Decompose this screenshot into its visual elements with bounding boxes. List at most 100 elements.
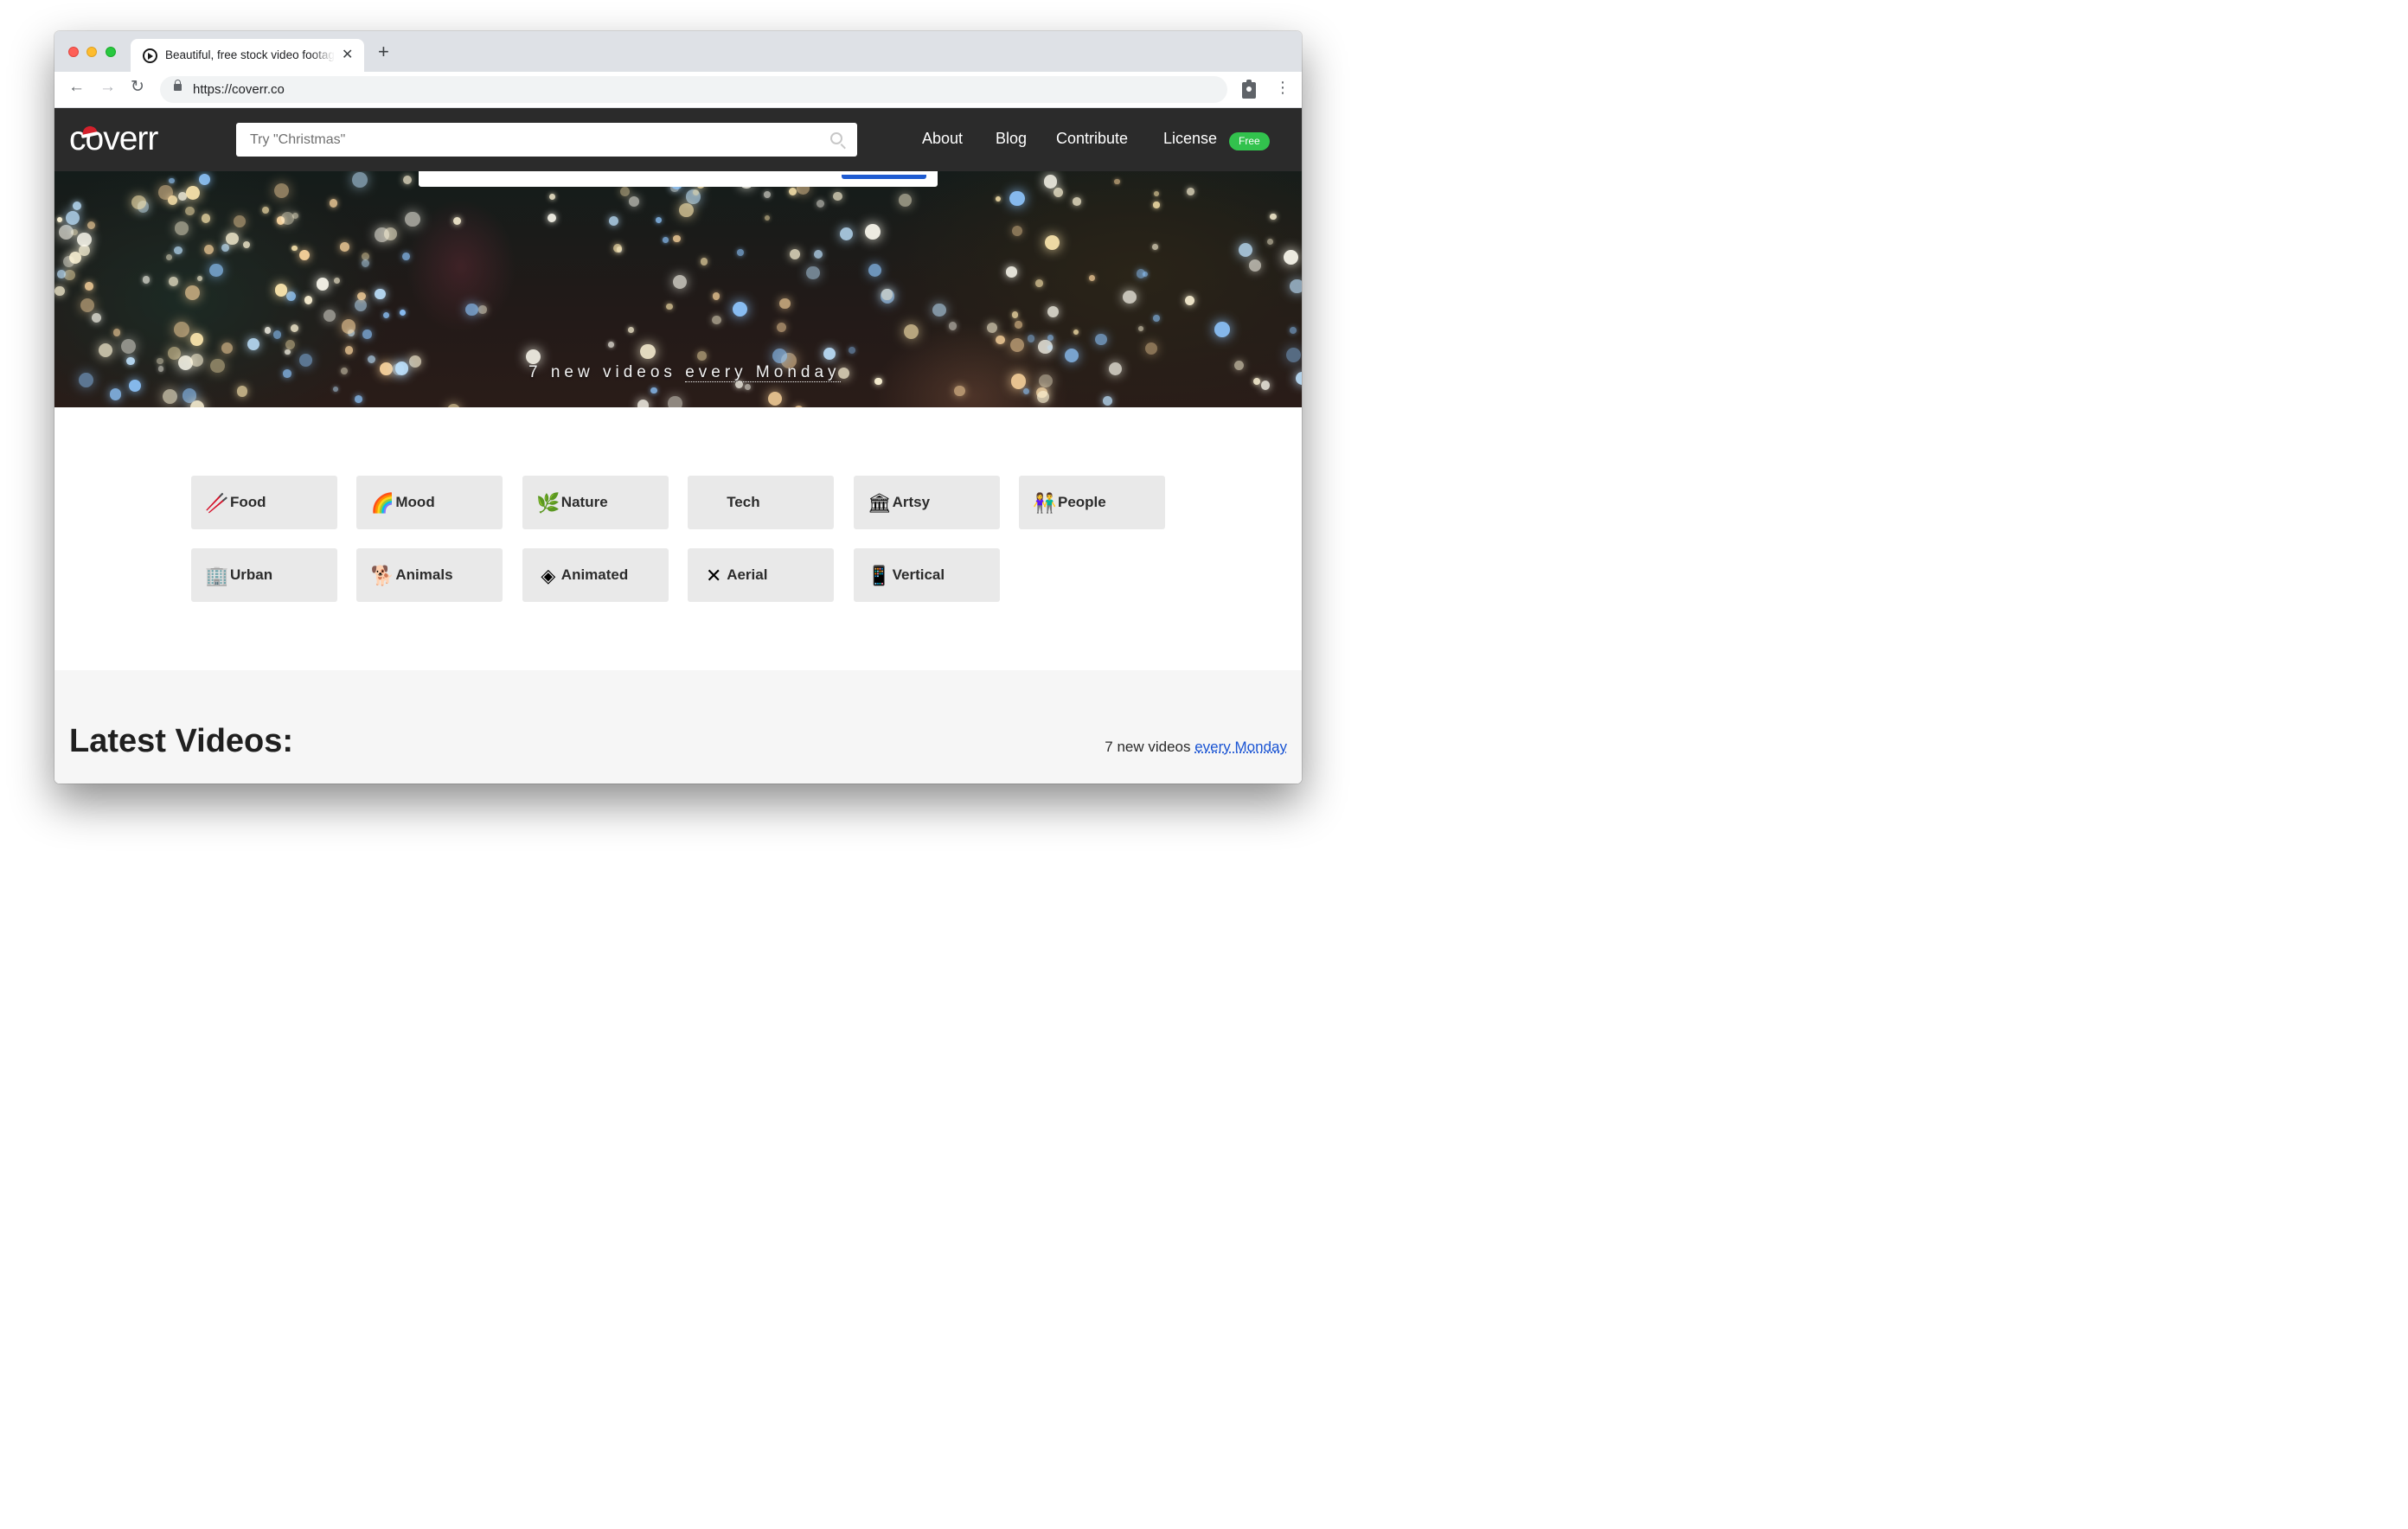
bokeh-light — [1027, 335, 1035, 342]
category-label: Food — [230, 494, 266, 510]
bokeh-light — [98, 342, 113, 358]
site-header: coverr About Blog Contribute License Fre… — [54, 108, 1302, 171]
category-button-nature[interactable]: 🌿 Nature — [522, 476, 669, 529]
bokeh-light — [996, 336, 1005, 345]
category-button-aerial[interactable]: ✕ Aerial — [688, 548, 835, 602]
search-icon[interactable] — [830, 132, 842, 144]
bokeh-light — [1153, 314, 1160, 322]
bokeh-light — [285, 349, 291, 355]
bokeh-light — [394, 361, 409, 375]
bokeh-light — [221, 342, 234, 354]
page-viewport: coverr About Blog Contribute License Fre… — [54, 108, 1302, 784]
bokeh-light — [233, 215, 246, 227]
bokeh-light — [189, 400, 204, 407]
maximize-window-icon[interactable] — [106, 47, 116, 57]
category-label: People — [1058, 494, 1106, 510]
bokeh-light — [409, 355, 422, 368]
category-button-urban[interactable]: 🏢 Urban — [191, 548, 337, 602]
bokeh-light — [157, 366, 164, 373]
back-arrow-icon[interactable]: ← — [68, 79, 85, 95]
browser-tab[interactable]: Beautiful, free stock video footage ✕ — [131, 39, 364, 72]
bokeh-light — [1153, 202, 1160, 208]
bokeh-light — [203, 244, 215, 254]
address-bar[interactable]: https://coverr.co — [160, 76, 1227, 103]
free-badge: Free — [1229, 132, 1270, 150]
tab-close-icon[interactable]: ✕ — [342, 46, 353, 63]
bokeh-light — [1143, 271, 1149, 278]
lock-icon[interactable] — [174, 80, 182, 91]
bokeh-light — [637, 400, 650, 407]
close-window-icon[interactable] — [68, 47, 79, 57]
bokeh-light — [986, 322, 998, 334]
bokeh-light — [247, 338, 260, 351]
bokeh-light — [383, 227, 397, 240]
category-button-artsy[interactable]: 🏛 Artsy — [853, 476, 1000, 529]
browser-menu-icon[interactable]: ⋮ — [1275, 80, 1290, 95]
nav-contribute-link[interactable]: Contribute — [1056, 131, 1128, 146]
bokeh-light — [329, 199, 337, 208]
reload-icon[interactable]: ↻ — [131, 79, 144, 95]
nav-blog-link[interactable]: Blog — [996, 131, 1027, 146]
bokeh-light — [790, 248, 801, 259]
category-button-food[interactable]: 🥢 Food — [191, 476, 337, 529]
bokeh-light — [1011, 226, 1022, 237]
tab-strip: Beautiful, free stock video footage ✕ + — [54, 31, 1302, 72]
category-button-vertical[interactable]: 📱 Vertical — [853, 548, 1000, 602]
category-button-animals[interactable]: 🐕 Animals — [356, 548, 503, 602]
hero-video[interactable]: 7 new videos every Monday — [54, 171, 1302, 407]
category-button-people[interactable]: 👫 People — [1019, 476, 1165, 529]
bokeh-light — [362, 329, 372, 339]
category-label: Tech — [727, 494, 760, 510]
bokeh-light — [1152, 244, 1159, 250]
bokeh-light — [712, 315, 721, 325]
bokeh-light — [299, 353, 313, 367]
category-label: Artsy — [892, 494, 931, 510]
clipboard-extension-icon[interactable] — [1242, 80, 1256, 99]
bokeh-light — [764, 214, 771, 221]
drone-icon: ✕ — [705, 565, 722, 586]
bokeh-light — [1290, 278, 1302, 293]
apple-icon — [701, 491, 726, 515]
bokeh-light — [763, 191, 771, 199]
bokeh-light — [333, 277, 340, 285]
nav-license-link[interactable]: License — [1163, 131, 1217, 146]
bokeh-light — [185, 206, 195, 215]
nav-about-link[interactable]: About — [922, 131, 963, 146]
bokeh-light — [58, 225, 74, 240]
bokeh-light — [165, 254, 172, 261]
bokeh-light — [399, 309, 407, 317]
bokeh-light — [672, 274, 687, 289]
bokeh-light — [285, 339, 296, 349]
bokeh-light — [221, 244, 230, 253]
bokeh-light — [849, 347, 856, 355]
category-label: Mood — [395, 494, 435, 510]
bokeh-light — [736, 249, 744, 257]
coverr-logo[interactable]: coverr — [69, 122, 158, 156]
bokeh-light — [208, 263, 223, 278]
forward-arrow-icon[interactable]: → — [99, 79, 116, 95]
url-text[interactable]: https://coverr.co — [193, 82, 285, 97]
bokeh-light — [341, 367, 349, 374]
every-monday-link[interactable]: every Monday — [1194, 739, 1287, 755]
bokeh-light — [619, 187, 630, 196]
bokeh-light — [666, 304, 673, 310]
category-label: Animals — [395, 566, 453, 583]
bokeh-light — [316, 278, 330, 291]
bokeh-light — [655, 216, 662, 223]
bokeh-light — [1295, 371, 1302, 385]
bokeh-light — [650, 387, 657, 394]
new-tab-icon[interactable]: + — [378, 42, 389, 61]
bokeh-light — [274, 283, 288, 297]
category-button-animated[interactable]: ◈ Animated — [522, 548, 669, 602]
bokeh-light — [767, 392, 783, 406]
category-button-tech[interactable]: Tech — [688, 476, 835, 529]
hero-tagline-link[interactable]: every Monday — [685, 363, 841, 382]
bokeh-light — [380, 361, 394, 375]
bokeh-light — [640, 344, 656, 360]
search-input[interactable] — [236, 123, 857, 157]
bokeh-light — [261, 206, 269, 214]
browser-toolbar: ← → ↻ https://coverr.co ⋮ — [54, 72, 1302, 108]
minimize-window-icon[interactable] — [86, 47, 97, 57]
category-button-mood[interactable]: 🌈 Mood — [356, 476, 503, 529]
bokeh-light — [157, 185, 173, 200]
